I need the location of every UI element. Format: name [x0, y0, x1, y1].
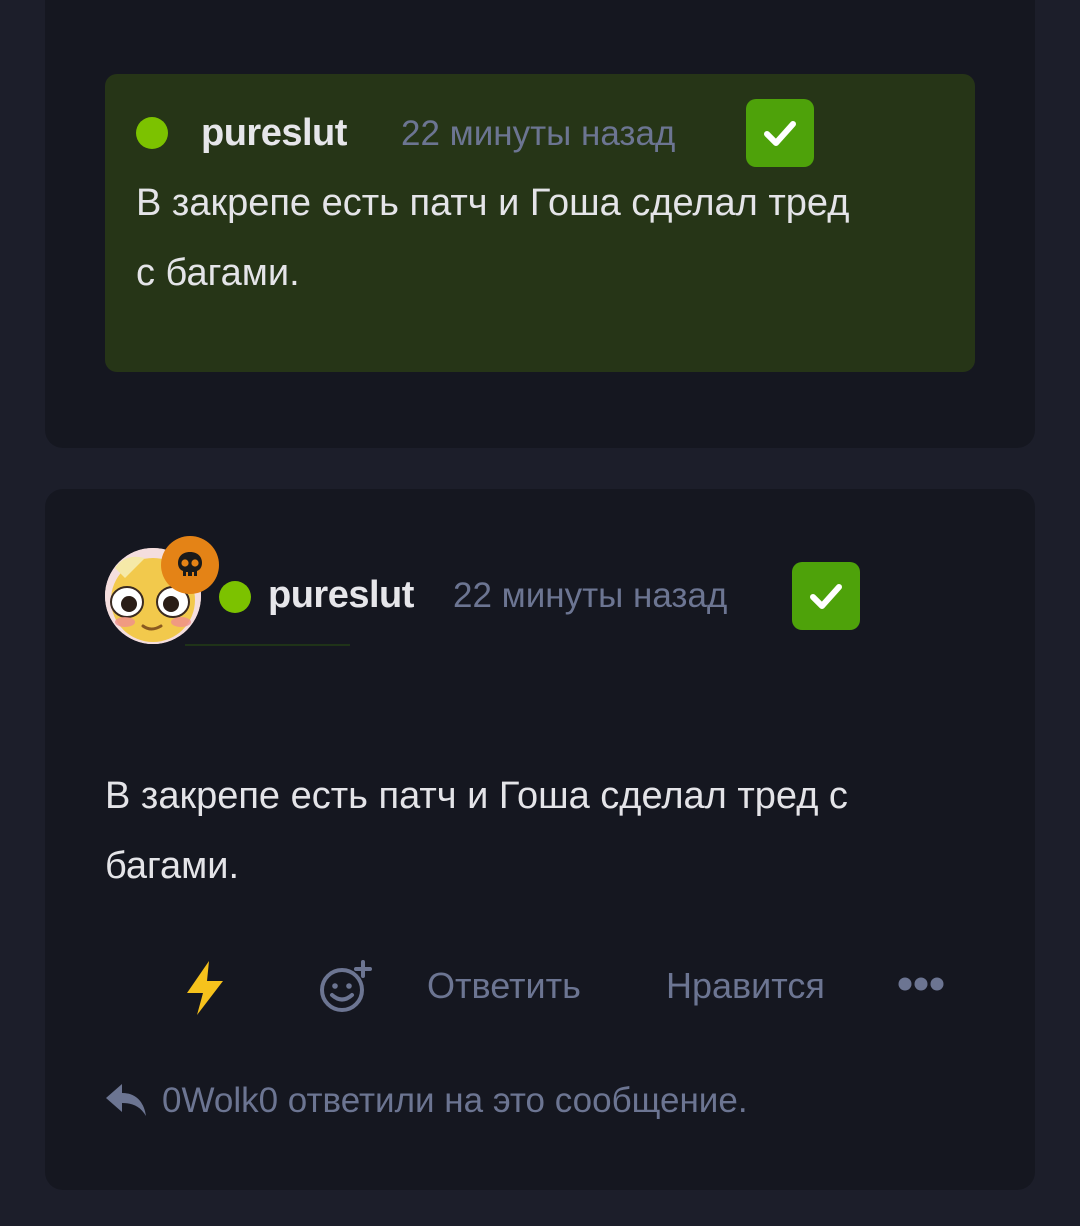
post-text-line-1: В закрепе есть патч и Гоша сделал тред с	[105, 775, 848, 817]
verified-badge	[792, 562, 860, 630]
reply-arrow-icon	[106, 1084, 146, 1116]
check-icon	[764, 121, 796, 146]
quote-username[interactable]: pureslut	[201, 111, 347, 155]
quote-text-line-1: В закрепе есть патч и Гоша сделал тред	[136, 182, 850, 224]
post-timestamp[interactable]: 22 минуты назад	[453, 574, 727, 618]
reply-arrow	[103, 1079, 149, 1121]
reply-button[interactable]: Ответить	[427, 964, 581, 1008]
online-status-dot	[136, 117, 168, 149]
skull-badge	[161, 536, 219, 594]
verified-badge	[746, 99, 814, 167]
post-username[interactable]: pureslut	[268, 573, 414, 617]
replies-note[interactable]: 0Wolk0 ответили на это сообщение.	[162, 1079, 748, 1123]
post-card-previous: pureslut 22 минуты назад В закрепе есть …	[45, 0, 1035, 448]
skull-icon	[178, 552, 202, 576]
add-reaction-button[interactable]	[317, 959, 373, 1015]
add-reaction-icon	[320, 960, 372, 1012]
quoted-message[interactable]: pureslut 22 минуты назад В закрепе есть …	[105, 74, 975, 372]
post-text-line-2: багами.	[105, 845, 240, 887]
quote-text-line-2: с багами.	[136, 252, 300, 294]
more-options-button[interactable]	[893, 969, 949, 999]
lightning-icon	[187, 961, 223, 1015]
boost-button[interactable]	[175, 959, 235, 1017]
quote-timestamp: 22 минуты назад	[401, 114, 676, 153]
online-status-dot	[219, 581, 251, 613]
check-icon	[810, 584, 842, 609]
like-button[interactable]: Нравится	[666, 964, 825, 1008]
post-card: pureslut 22 минуты назад В закрепе есть …	[45, 489, 1035, 1190]
username-underline	[185, 644, 350, 646]
more-icon	[898, 977, 944, 991]
